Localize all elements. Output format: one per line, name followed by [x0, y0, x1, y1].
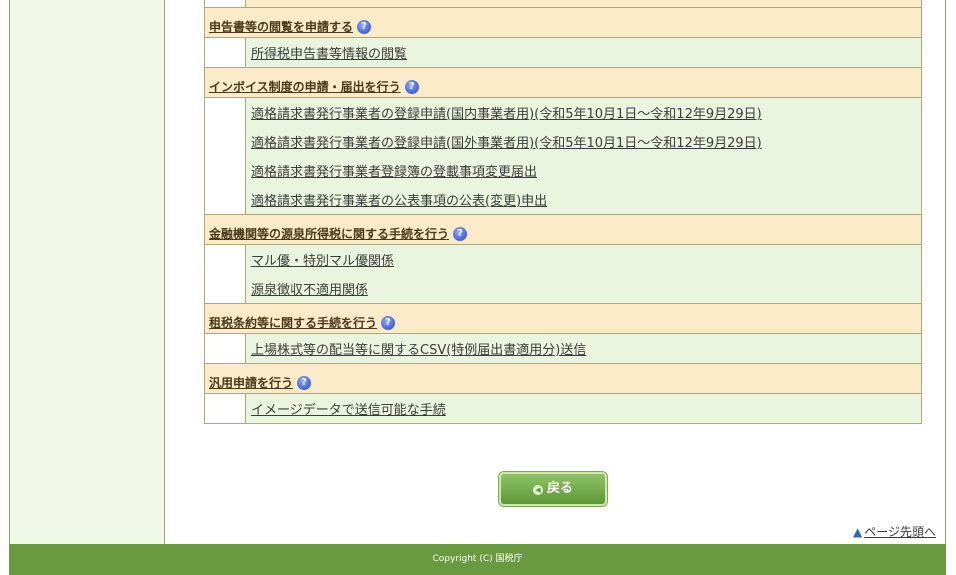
footer: Copyright (C) 国税庁 — [9, 544, 946, 575]
up-arrow-icon: ▲ — [853, 525, 863, 539]
back-arrow-icon: ◀ — [532, 485, 543, 495]
section-document-viewing: 申告書等の閲覧を申請する? 所得税申告書等情報の閲覧 — [204, 8, 922, 68]
procedure-link[interactable]: マル優・特別マル優関係 — [251, 250, 394, 269]
procedure-link[interactable]: 所得税申告書等情報の閲覧 — [251, 43, 407, 62]
section-title-link[interactable]: 汎用申請を行う? — [209, 374, 312, 391]
section-header: 申告書等の閲覧を申請する? — [205, 8, 921, 38]
help-icon[interactable]: ? — [357, 20, 372, 34]
section-invoice: インボイス制度の申請・届出を行う? 適格請求書発行事業者の登録申請(国内事業者用… — [204, 68, 922, 215]
list-item: 適格請求書発行事業者の公表事項の公表(変更)申出 — [246, 185, 921, 214]
copyright-text: Copyright (C) 国税庁 — [432, 554, 523, 564]
section-general-application: 汎用申請を行う? イメージデータで送信可能な手続 — [204, 364, 922, 424]
section-header: 租税条約等に関する手続を行う? — [205, 304, 921, 334]
list-item: 適格請求書発行事業者の登録申請(国外事業者用)(令和5年10月1日～令和12年9… — [246, 127, 921, 156]
list-item: 源泉徴収不適用関係 — [246, 274, 921, 303]
section-title[interactable]: 汎用申請を行う — [209, 376, 293, 390]
section-title-link[interactable]: 金融機関等の源泉所得税に関する手続を行う? — [209, 225, 468, 242]
procedure-link[interactable]: 適格請求書発行事業者の登録申請(国内事業者用)(令和5年10月1日～令和12年9… — [251, 103, 762, 122]
section-title[interactable]: インボイス制度の申請・届出を行う — [209, 80, 401, 94]
section-title-link[interactable]: 申告書等の閲覧を申請する? — [209, 18, 372, 35]
help-icon[interactable]: ? — [453, 227, 468, 241]
list-item: イメージデータで送信可能な手続 — [246, 394, 921, 423]
section-financial-institutions: 金融機関等の源泉所得税に関する手続を行う? マル優・特別マル優関係 源泉徴収不適… — [204, 215, 922, 304]
procedure-link[interactable]: 適格請求書発行事業者登録簿の登載事項変更届出 — [251, 161, 537, 180]
content-right-border — [945, 0, 946, 544]
procedure-link[interactable]: 適格請求書発行事業者の登録申請(国外事業者用)(令和5年10月1日～令和12年9… — [251, 132, 762, 151]
help-icon[interactable]: ? — [381, 316, 396, 330]
section-header: インボイス制度の申請・届出を行う? — [205, 68, 921, 98]
procedure-link[interactable]: 適格請求書発行事業者の公表事項の公表(変更)申出 — [251, 190, 547, 209]
section-tax-treaty: 租税条約等に関する手続を行う? 上場株式等の配当等に関するCSV(特例届出書適用… — [204, 304, 922, 364]
help-icon[interactable]: ? — [297, 376, 312, 390]
section-title[interactable]: 租税条約等に関する手続を行う — [209, 316, 377, 330]
back-button[interactable]: ◀ 戻る — [499, 472, 607, 506]
list-item: 適格請求書発行事業者の登録申請(国内事業者用)(令和5年10月1日～令和12年9… — [246, 98, 921, 127]
procedure-list: 申告書等の閲覧を申請する? 所得税申告書等情報の閲覧 インボイス制度の申請・届出… — [204, 0, 922, 424]
list-item: 上場株式等の配当等に関するCSV(特例届出書適用分)送信 — [246, 334, 921, 363]
page-top-label: ページ先頭へ — [864, 525, 936, 539]
list-item: 所得税申告書等情報の閲覧 — [246, 38, 921, 67]
procedure-link[interactable]: 上場株式等の配当等に関するCSV(特例届出書適用分)送信 — [251, 339, 586, 358]
section-header: 金融機関等の源泉所得税に関する手続を行う? — [205, 215, 921, 245]
back-button-label: 戻る — [546, 481, 573, 496]
previous-section-tail — [204, 0, 922, 8]
page-top-link[interactable]: ▲ ページ先頭へ — [853, 523, 936, 540]
section-title[interactable]: 金融機関等の源泉所得税に関する手続を行う — [209, 227, 449, 241]
procedure-link[interactable]: イメージデータで送信可能な手続 — [251, 399, 446, 418]
procedure-link[interactable]: 源泉徴収不適用関係 — [251, 279, 368, 298]
section-header: 汎用申請を行う? — [205, 364, 921, 394]
section-title[interactable]: 申告書等の閲覧を申請する — [209, 20, 353, 34]
section-title-link[interactable]: 租税条約等に関する手続を行う? — [209, 314, 396, 331]
help-icon[interactable]: ? — [404, 80, 419, 94]
list-item: 適格請求書発行事業者登録簿の登載事項変更届出 — [246, 156, 921, 185]
section-title-link[interactable]: インボイス制度の申請・届出を行う? — [209, 78, 419, 95]
list-item: マル優・特別マル優関係 — [246, 245, 921, 274]
left-sidebar — [9, 0, 165, 544]
